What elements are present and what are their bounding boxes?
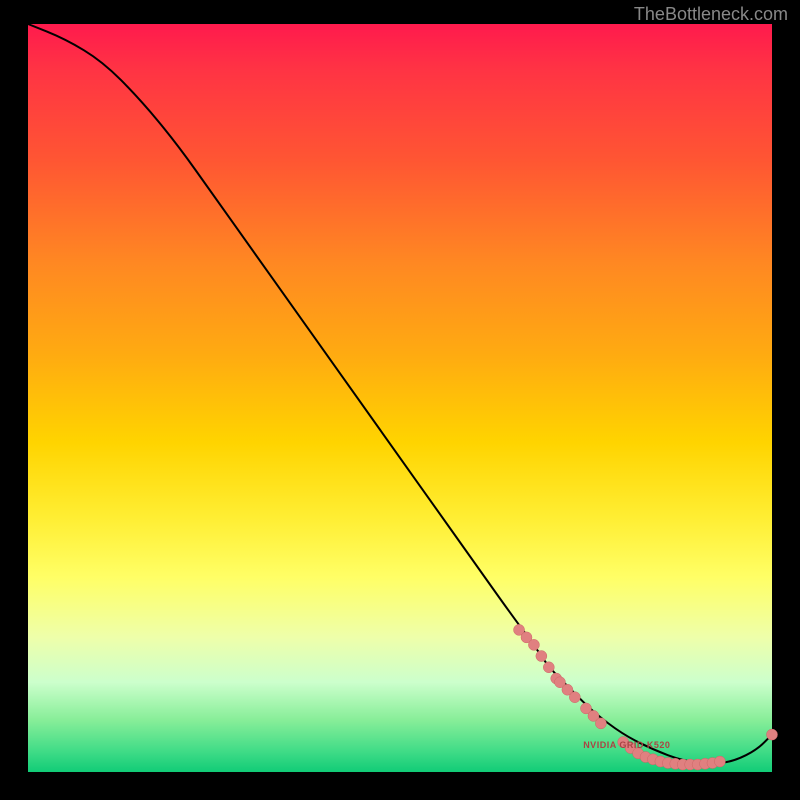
- data-marker: [767, 729, 778, 740]
- data-marker: [569, 692, 580, 703]
- chart-svg: [28, 24, 772, 772]
- data-marker: [536, 651, 547, 662]
- data-marker: [528, 639, 539, 650]
- chart-plot-area: NVIDIA GRID K520: [28, 24, 772, 772]
- watermark-text: TheBottleneck.com: [634, 4, 788, 25]
- bottleneck-curve: [28, 24, 772, 764]
- data-marker: [595, 718, 606, 729]
- data-marker: [714, 756, 725, 767]
- series-annotation: NVIDIA GRID K520: [583, 740, 670, 750]
- data-marker: [543, 662, 554, 673]
